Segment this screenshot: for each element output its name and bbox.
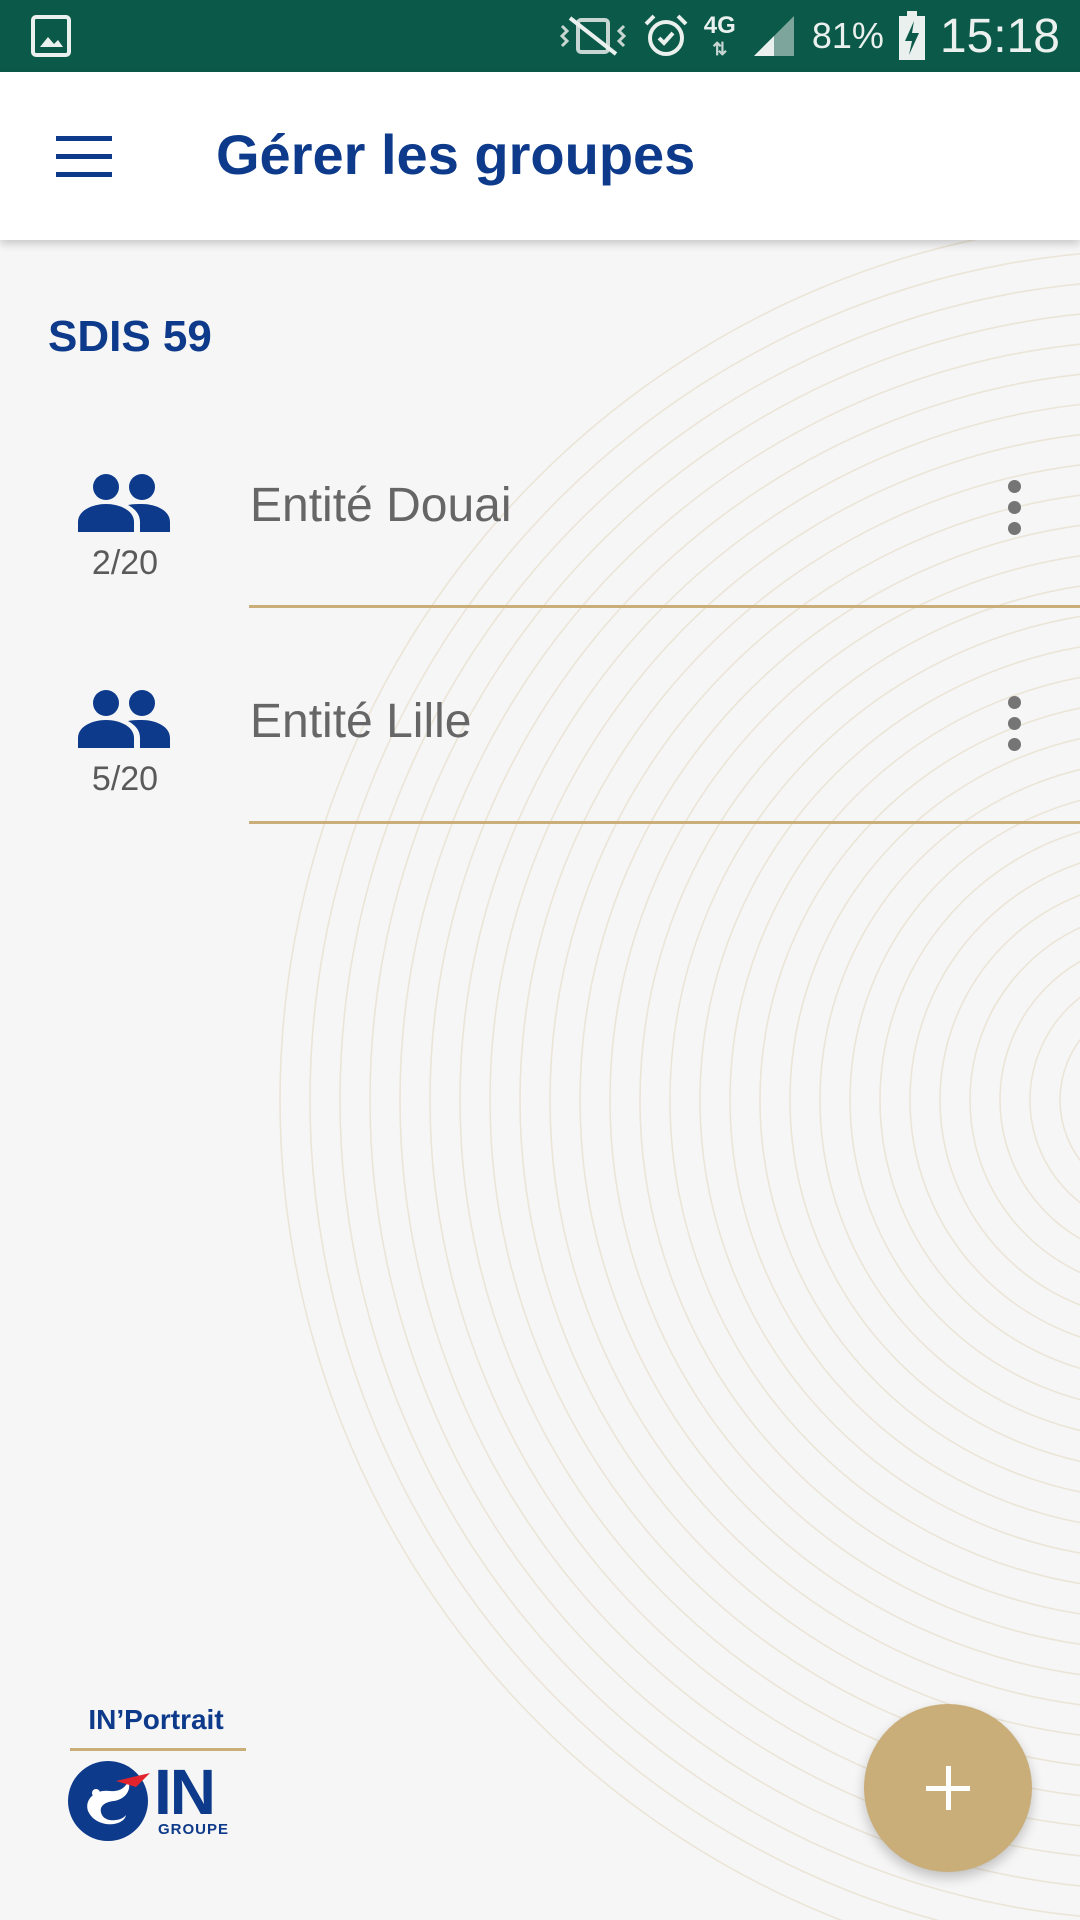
menu-icon[interactable]: [40, 116, 128, 196]
logo-app-name: IN’Portrait: [88, 1704, 224, 1735]
battery-charging-icon: [898, 11, 926, 61]
signal-icon: [750, 12, 798, 60]
group-row[interactable]: 2/20 Entité Douai: [0, 432, 1080, 648]
gallery-notification-icon: [30, 14, 72, 58]
network-4g-icon: 4G ⇅: [703, 12, 736, 59]
more-vert-icon[interactable]: [990, 688, 1038, 758]
group-icon: [78, 474, 170, 532]
group-row[interactable]: 5/20 Entité Lille: [0, 648, 1080, 864]
vibrate-icon: [558, 14, 628, 58]
group-member-count: 2/20: [91, 544, 159, 582]
logo-brand-subtitle: GROUPE: [158, 1821, 230, 1839]
logo-brand-text: IN: [154, 1755, 216, 1828]
battery-percent: 81%: [811, 15, 884, 56]
status-time: 15:18: [939, 9, 1060, 63]
app-bar: Gérer les groupes: [0, 72, 1080, 240]
status-bar: 4G ⇅ 81% 15:18: [0, 0, 1080, 72]
group-icon: [78, 690, 170, 748]
app-logo: IN’Portrait IN GROUPE: [66, 1706, 246, 1843]
alarm-icon: [642, 12, 690, 60]
row-divider: [249, 821, 1080, 824]
group-name: Entité Lille: [250, 695, 472, 748]
logo-divider: [70, 1748, 246, 1751]
group-name: Entité Douai: [250, 479, 512, 532]
row-divider: [249, 605, 1080, 608]
group-member-count: 5/20: [91, 760, 159, 798]
add-icon[interactable]: [864, 1704, 1032, 1872]
dragon-emblem-icon: [68, 1761, 150, 1841]
page-title: Gérer les groupes: [216, 123, 696, 186]
more-vert-icon[interactable]: [990, 472, 1038, 542]
organization-title: SDIS 59: [48, 312, 212, 361]
